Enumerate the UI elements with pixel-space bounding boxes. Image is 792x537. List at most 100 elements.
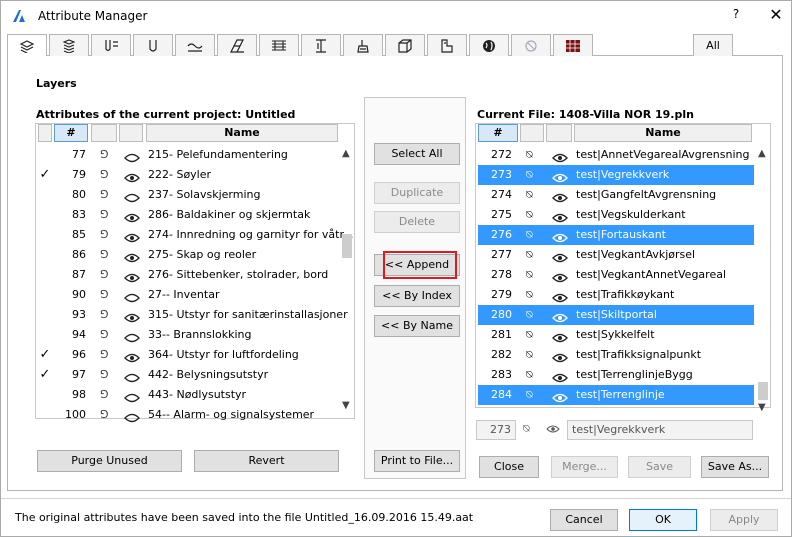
list-item[interactable]: 284 ⍉ test|Terrenglinje	[478, 385, 754, 405]
list-item[interactable]: ✓ 96 ⅁ 364- Utstyr for luftfordeling	[38, 345, 338, 365]
eye-open-icon[interactable]	[552, 153, 568, 163]
lock-icon[interactable]: ⅁	[100, 325, 109, 345]
lock-icon[interactable]: ⅁	[100, 265, 109, 285]
eye-open-icon[interactable]	[552, 393, 568, 403]
by-name-button[interactable]: << By Name	[374, 315, 460, 337]
list-item[interactable]: 80 ⅁ 237- Solavskjerming	[38, 185, 338, 205]
list-item[interactable]: 90 ⅁ 27-- Inventar	[38, 285, 338, 305]
lock-icon[interactable]: ⅁	[100, 365, 109, 385]
right-header-number[interactable]: #	[478, 124, 518, 142]
lock-icon[interactable]: ⍉	[526, 245, 533, 265]
left-header-number[interactable]: #	[54, 124, 88, 142]
eye-open-icon[interactable]	[124, 213, 140, 223]
close-file-button[interactable]: Close	[479, 456, 539, 478]
eye-open-icon[interactable]	[552, 313, 568, 323]
lock-icon[interactable]: ⅁	[100, 165, 109, 185]
list-item[interactable]: 94 ⅁ 33-- Brannslokking	[38, 325, 338, 345]
edit-name-field[interactable]: test|Vegrekkverk	[567, 420, 753, 440]
merge-button[interactable]: Merge...	[551, 456, 618, 478]
list-item[interactable]: 283 ⍉ test|TerrenglinjeBygg	[478, 365, 754, 385]
tab-zones[interactable]	[301, 34, 341, 56]
eye-closed-icon[interactable]	[124, 373, 140, 383]
save-button[interactable]: Save	[628, 456, 691, 478]
tab-composites[interactable]	[217, 34, 257, 56]
tab-pens-colors[interactable]	[91, 34, 131, 56]
by-index-button[interactable]: << By Index	[374, 285, 460, 307]
list-item[interactable]: 98 ⅁ 443- Nødlysutstyr	[38, 385, 338, 405]
list-item[interactable]: 93 ⅁ 315- Utstyr for sanitærinstallasjoner	[38, 305, 348, 325]
duplicate-button[interactable]: Duplicate	[374, 182, 460, 204]
eye-closed-icon[interactable]	[124, 393, 140, 403]
eye-open-icon[interactable]	[124, 273, 140, 283]
list-item[interactable]: 77 ⅁ 215- Pelefundamentering	[38, 145, 338, 165]
eye-open-icon[interactable]	[552, 273, 568, 283]
list-item[interactable]: 85 ⅁ 274- Innredning og garnityr for våtr.…	[38, 225, 353, 245]
lock-icon[interactable]: ⅁	[100, 145, 109, 165]
eye-open-icon[interactable]	[552, 373, 568, 383]
lock-icon[interactable]: ⍉	[526, 185, 533, 205]
tab-materials[interactable]	[385, 34, 425, 56]
list-item[interactable]: 282 ⍉ test|Trafikksignalpunkt	[478, 345, 754, 365]
close-window-button[interactable]: ✕	[767, 5, 785, 24]
list-item[interactable]: 276 ⍉ test|Fortauskant	[478, 225, 754, 245]
left-scroll-up[interactable]: ▲	[342, 148, 350, 159]
lock-icon[interactable]: ⅁	[100, 185, 109, 205]
revert-button[interactable]: Revert	[194, 450, 339, 472]
tab-layer-combinations[interactable]	[49, 34, 89, 56]
list-item[interactable]: 277 ⍉ test|VegkantAvkjørsel	[478, 245, 754, 265]
visibility-toggle[interactable]	[124, 410, 140, 430]
lock-icon[interactable]: ⅁	[100, 385, 109, 405]
list-item[interactable]: 83 ⅁ 286- Baldakiner og skjermtak	[38, 205, 338, 225]
lock-icon[interactable]: ⅁	[100, 405, 109, 425]
eye-open-icon[interactable]	[124, 173, 140, 183]
right-header-name[interactable]: Name	[574, 124, 752, 142]
tab-surfaces[interactable]	[343, 34, 383, 56]
list-item[interactable]: 279 ⍉ test|Trafikkøykant	[478, 285, 754, 305]
left-attribute-list[interactable]: # Name 77 ⅁ 215- Pelefundamentering ✓ 79 ⅁ 222…	[35, 123, 355, 423]
list-item[interactable]: 100 ⅁ 54-- Alarm- og signalsystemer	[38, 405, 338, 425]
list-item[interactable]: 278 ⍉ test|VegkantAnnetVegareal	[478, 265, 754, 285]
ok-button[interactable]: OK	[629, 509, 697, 531]
left-header-name[interactable]: Name	[146, 124, 338, 142]
right-attribute-list[interactable]: # Name 272 ⍉ test|AnnetVegarealAvgrensning…	[475, 123, 771, 413]
right-scrollbar-thumb[interactable]	[758, 382, 768, 400]
lock-icon[interactable]: ⍉	[526, 145, 533, 165]
edit-number-field[interactable]: 273	[476, 420, 516, 440]
lock-icon[interactable]: ⅁	[100, 225, 109, 245]
tab-markup-styles[interactable]	[511, 34, 551, 56]
lock-icon[interactable]: ⅁	[100, 345, 109, 365]
eye-closed-icon[interactable]	[124, 153, 140, 163]
tab-building-materials[interactable]	[553, 34, 593, 56]
list-item[interactable]: 272 ⍉ test|AnnetVegarealAvgrensning	[478, 145, 754, 165]
tab-all[interactable]: All	[693, 34, 733, 56]
eye-open-icon[interactable]	[552, 213, 568, 223]
tab-fill-types[interactable]	[175, 34, 215, 56]
eye-open-icon[interactable]	[124, 313, 140, 323]
list-item[interactable]: 274 ⍉ test|GangfeltAvgrensning	[478, 185, 754, 205]
help-button[interactable]: ?	[728, 7, 744, 21]
lock-icon[interactable]: ⅁	[100, 305, 109, 325]
lock-icon[interactable]: ⍉	[526, 265, 533, 285]
lock-icon[interactable]: ⍉	[526, 225, 533, 245]
lock-icon[interactable]: ⍉	[526, 325, 533, 345]
eye-closed-icon[interactable]	[124, 333, 140, 343]
list-item[interactable]: 275 ⍉ test|Vegskulderkant	[478, 205, 754, 225]
eye-open-icon[interactable]	[552, 333, 568, 343]
eye-closed-icon[interactable]	[124, 193, 140, 203]
eye-open-icon[interactable]	[552, 233, 568, 243]
eye-open-icon[interactable]	[552, 253, 568, 263]
lock-icon[interactable]: ⍉	[526, 285, 533, 305]
lock-icon[interactable]: ⍉	[526, 385, 533, 405]
eye-closed-icon[interactable]	[124, 413, 140, 423]
eye-open-icon[interactable]	[124, 253, 140, 263]
list-item[interactable]: 87 ⅁ 276- Sittebenker, stolrader, bord	[38, 265, 338, 285]
left-scroll-down[interactable]: ▼	[342, 400, 350, 411]
eye-open-icon[interactable]	[552, 193, 568, 203]
save-as-button[interactable]: Save As...	[701, 456, 769, 478]
right-scroll-down[interactable]: ▼	[758, 402, 766, 413]
tab-profiles[interactable]	[259, 34, 299, 56]
lock-icon[interactable]: ⍉	[526, 305, 533, 325]
right-scroll-up[interactable]: ▲	[758, 148, 766, 159]
eye-open-icon[interactable]	[552, 173, 568, 183]
delete-button[interactable]: Delete	[374, 211, 460, 233]
